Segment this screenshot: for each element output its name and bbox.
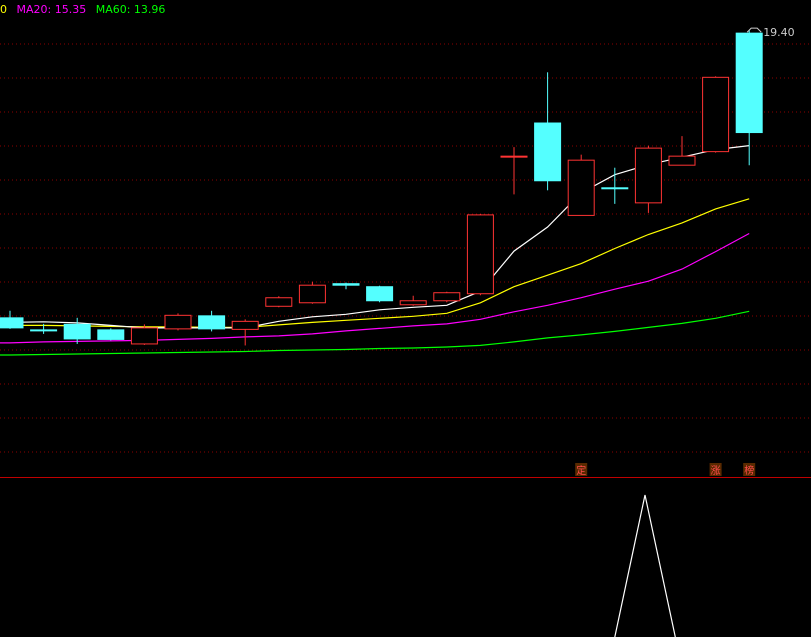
- candle-body-up: [567, 159, 595, 216]
- candle-body-up: [399, 300, 427, 306]
- candle-body-down: [601, 187, 629, 190]
- candle-body-down: [332, 283, 360, 286]
- candle-body-down: [30, 329, 58, 332]
- candle-body-up: [433, 292, 461, 302]
- candle-body-down: [366, 286, 394, 302]
- candle-body-up: [466, 214, 494, 295]
- candle-body-down: [0, 317, 24, 329]
- candle-body-up: [164, 314, 192, 330]
- kline-chart[interactable]: 19.40 定 涨 榜: [0, 0, 811, 637]
- event-marker-text: 榜: [744, 464, 754, 477]
- candle-body-up: [130, 327, 158, 345]
- candle-body-down: [534, 122, 562, 182]
- event-marker-text: 涨: [711, 465, 721, 477]
- candle-body-up: [231, 320, 259, 330]
- candle-body-down: [198, 315, 226, 330]
- ma10-line: [0, 198, 750, 328]
- candle-body-up: [500, 155, 528, 158]
- candle-body-up: [668, 155, 696, 166]
- candle-body-down: [97, 329, 125, 340]
- indicator-line: [614, 494, 676, 637]
- high-price-label: 19.40: [763, 26, 795, 39]
- candle-body-up: [634, 147, 662, 204]
- event-marker-text: 定: [576, 464, 586, 477]
- candle-body-up: [298, 284, 326, 304]
- candle-body-down: [735, 32, 763, 134]
- candle-body-down: [63, 323, 91, 340]
- candle-body-up: [265, 297, 293, 307]
- candle-body-up: [702, 76, 730, 153]
